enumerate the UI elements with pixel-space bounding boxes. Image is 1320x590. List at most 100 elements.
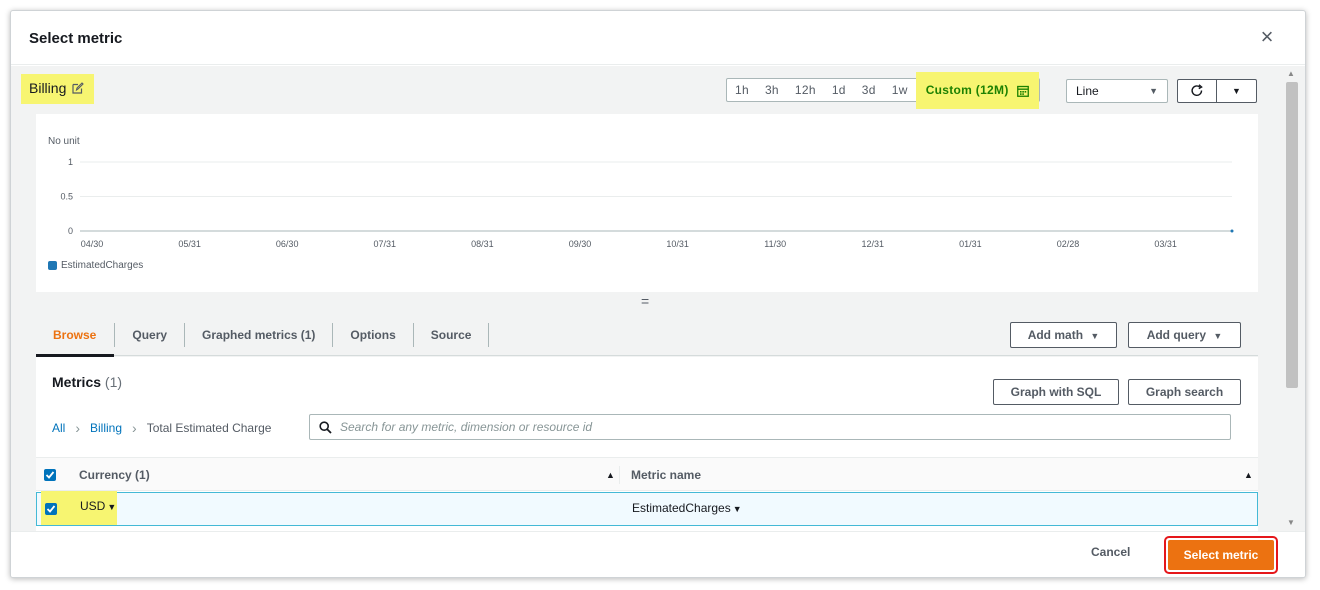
breadcrumb: All › Billing › Total Estimated Charge	[52, 420, 271, 436]
select-metric-callout: Select metric	[1164, 536, 1278, 574]
x-tick-label: 02/28	[1057, 239, 1080, 249]
chevron-down-icon: ▼	[1232, 86, 1241, 96]
column-metric-name[interactable]: Metric name	[631, 468, 701, 482]
chevron-down-icon: ▼	[1149, 86, 1158, 96]
scroll-up-icon[interactable]: ▲	[1287, 69, 1295, 78]
chevron-down-icon: ▼	[1213, 331, 1223, 341]
refresh-icon	[1191, 84, 1203, 96]
cell-metric-name[interactable]: EstimatedCharges ▼	[632, 501, 742, 515]
x-tick-label: 05/31	[178, 239, 201, 249]
graph-with-sql-button[interactable]: Graph with SQL	[993, 379, 1119, 405]
metrics-title: Metrics (1)	[52, 374, 122, 390]
add-query-button[interactable]: Add query ▼	[1128, 322, 1241, 348]
graph-search-button[interactable]: Graph search	[1128, 379, 1241, 405]
line-chart: No unit 1 0.5 0 04/30 05/31 06/30 07/31 08/31 09/…	[48, 136, 1234, 249]
dropdown-caret-icon[interactable]: ▼	[107, 502, 116, 512]
calendar-icon	[1016, 85, 1029, 97]
x-tick-label: 08/31	[471, 239, 494, 249]
breadcrumb-all[interactable]: All	[52, 421, 65, 435]
table-row[interactable]: USD ▼ EstimatedCharges ▼	[36, 491, 1258, 526]
metric-graph: No unit 1 0.5 0 04/30 05/31 06/30 07/31 08/31 09/…	[36, 114, 1258, 292]
breadcrumb-current: Total Estimated Charge	[146, 421, 272, 435]
range-1h[interactable]: 1h	[727, 79, 757, 101]
chart-type-value: Line	[1076, 84, 1099, 98]
tab-graphed-metrics[interactable]: Graphed metrics (1)	[185, 322, 334, 347]
add-query-label: Add query	[1146, 328, 1207, 342]
x-tick-label: 11/30	[764, 239, 786, 249]
tab-options[interactable]: Options	[333, 322, 414, 347]
range-custom-label: Custom (12M)	[925, 83, 1009, 97]
time-range-group: 1h 3h 12h 1d 3d 1w Custom (12M)	[726, 72, 1040, 109]
refresh-button[interactable]	[1178, 80, 1217, 102]
modal-title: Select metric	[29, 30, 123, 47]
legend-label: EstimatedCharges	[61, 260, 144, 271]
range-1w[interactable]: 1w	[884, 79, 916, 101]
cell-currency-value: USD	[80, 499, 106, 513]
add-math-label: Add math	[1027, 328, 1084, 342]
chart-legend[interactable]: EstimatedCharges	[48, 260, 143, 271]
select-metric-modal: Select metric × Billing 1h 3h 12h 1d 3d …	[10, 10, 1306, 578]
x-tick-label: 07/31	[374, 239, 397, 249]
row-checkbox[interactable]	[45, 503, 57, 515]
y-tick-label: 0.5	[60, 192, 73, 202]
legend-swatch	[48, 261, 57, 270]
range-12h[interactable]: 12h	[787, 79, 824, 101]
range-3h[interactable]: 3h	[757, 79, 787, 101]
chevron-right-icon: ›	[75, 420, 81, 436]
add-math-button[interactable]: Add math ▼	[1010, 322, 1117, 348]
y-axis-label: No unit	[48, 136, 80, 147]
sort-ascending-icon[interactable]: ▲	[1244, 470, 1253, 480]
metric-search	[309, 414, 1231, 440]
refresh-group: ▼	[1177, 79, 1257, 103]
tab-bar: Browse Query Graphed metrics (1) Options…	[36, 314, 1258, 357]
graph-title[interactable]: Billing	[21, 74, 95, 104]
refresh-options-button[interactable]: ▼	[1217, 80, 1256, 102]
vertical-scrollbar[interactable]: ▲ ▼	[1279, 66, 1305, 531]
data-point	[1230, 229, 1234, 233]
x-tick-label: 09/30	[569, 239, 592, 249]
cell-metric-name-value: EstimatedCharges	[632, 501, 731, 515]
search-icon	[319, 421, 332, 434]
resize-handle[interactable]: =	[641, 293, 649, 309]
scroll-thumb[interactable]	[1286, 82, 1298, 388]
check-icon	[45, 471, 55, 479]
modal-footer: Cancel Select metric	[11, 531, 1305, 577]
chevron-down-icon: ▼	[1090, 331, 1100, 341]
y-tick-label: 0	[68, 226, 73, 236]
metrics-count: (1)	[104, 374, 123, 390]
column-currency[interactable]: Currency (1)	[79, 468, 150, 482]
cancel-button[interactable]: Cancel	[1091, 545, 1130, 559]
metrics-panel: Metrics (1) Graph with SQL Graph search …	[36, 357, 1258, 531]
column-separator	[619, 466, 620, 484]
range-3d[interactable]: 3d	[854, 79, 884, 101]
x-tick-label: 06/30	[276, 239, 299, 249]
breadcrumb-billing[interactable]: Billing	[90, 421, 122, 435]
graph-title-text: Billing	[29, 80, 67, 96]
metrics-title-text: Metrics	[52, 374, 102, 390]
select-metric-button[interactable]: Select metric	[1168, 540, 1274, 570]
chart-type-select[interactable]: Line ▼	[1066, 79, 1168, 103]
x-tick-label: 01/31	[959, 239, 982, 249]
select-all-checkbox[interactable]	[44, 469, 56, 481]
range-1d[interactable]: 1d	[824, 79, 854, 101]
x-tick-label: 03/31	[1154, 239, 1177, 249]
dropdown-caret-icon[interactable]: ▼	[733, 504, 742, 514]
tab-query[interactable]: Query	[115, 322, 186, 347]
table-header: Currency (1) ▲ Metric name ▲	[36, 457, 1258, 491]
range-custom[interactable]: Custom (12M)	[915, 72, 1039, 109]
modal-header: Select metric ×	[11, 11, 1305, 65]
chevron-right-icon: ›	[132, 420, 137, 436]
sort-ascending-icon[interactable]: ▲	[606, 470, 615, 480]
x-tick-label: 10/31	[666, 239, 689, 249]
check-icon	[46, 505, 56, 513]
edit-icon[interactable]	[72, 82, 85, 94]
y-tick-label: 1	[68, 157, 73, 167]
close-icon[interactable]: ×	[1257, 26, 1277, 48]
x-tick-label: 04/30	[81, 239, 104, 249]
tab-source[interactable]: Source	[414, 322, 490, 347]
metric-search-input[interactable]	[338, 417, 1218, 437]
tab-browse[interactable]: Browse	[36, 323, 115, 357]
cell-currency[interactable]: USD ▼	[80, 499, 116, 513]
modal-content: Billing 1h 3h 12h 1d 3d 1w Custom (12M)	[11, 66, 1279, 531]
scroll-down-icon[interactable]: ▼	[1287, 518, 1295, 527]
